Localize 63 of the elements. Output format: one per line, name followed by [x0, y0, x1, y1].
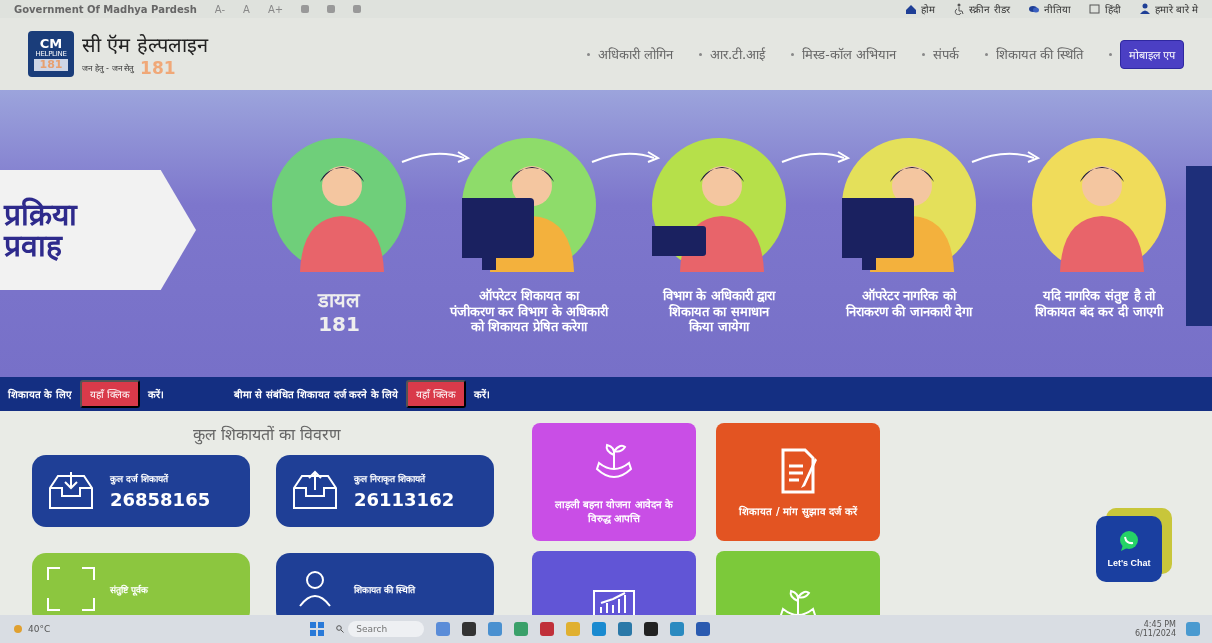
nav-link[interactable]: मिस्ड-कॉल अभियान — [802, 45, 896, 63]
clock-time: 4:45 PM — [1143, 620, 1176, 629]
top-link[interactable]: हिंदी — [1104, 2, 1121, 16]
stat-label: कुल निराकृत शिकायतें — [354, 472, 427, 485]
link-icon — [1027, 3, 1040, 15]
stat-value: 26113162 — [354, 489, 455, 510]
stat-card[interactable]: शिकायत की स्थिति — [276, 553, 494, 615]
top-link[interactable]: नीतिया — [1043, 2, 1071, 16]
stat-label: शिकायत की स्थिति — [354, 583, 416, 596]
taskbar-app-icon[interactable] — [644, 622, 659, 636]
stat-label: कुल दर्ज शिकायतें — [110, 472, 170, 485]
font-size-control[interactable]: A+ — [267, 3, 284, 15]
nav-link[interactable]: संपर्क — [932, 45, 959, 63]
search-field[interactable]: Search — [348, 621, 425, 637]
tile-label: लाड़ली बहना योजना आवेदन के विरुद्ध आपत्ति — [553, 497, 675, 525]
logo-number: 181 — [34, 58, 68, 71]
tagline: जन हेतु - जन सेतु — [82, 63, 135, 73]
step-caption: डायल 181 — [318, 288, 360, 336]
mobile-app-button[interactable]: मोबाइल एप — [1119, 39, 1184, 69]
step-caption: ऑपरेटर शिकायत का पंजीकरण कर विभाग के अधिकारी को शिकायत प्रेषित करेगा — [449, 288, 609, 335]
link-icon — [1088, 3, 1101, 15]
tagline-number: 181 — [140, 57, 176, 78]
click-here-button[interactable]: यहाँ क्लिक — [406, 380, 466, 408]
click-here-button[interactable]: यहाँ क्लिक — [79, 380, 140, 408]
step-caption: यदि नागरिक संतुष्ट है तो शिकायत बंद कर दी जाएगी — [1035, 288, 1163, 320]
link-icon — [905, 3, 918, 15]
tile-label: शिकायत / मांग सुझाव दर्ज करें — [738, 504, 859, 518]
stat-value: 26858165 — [110, 489, 211, 510]
service-tile[interactable]: शिकायत / मांग सुझाव दर्ज करें — [716, 423, 880, 541]
font-size-control[interactable]: A- — [214, 3, 226, 15]
notice-text: शिकायत के लिए — [8, 387, 72, 401]
widget-icon[interactable] — [1186, 622, 1200, 636]
top-link[interactable]: हमारे बारे मे — [1154, 2, 1198, 16]
step-caption: ऑपरेटर नागरिक को निराकरण की जानकारी देगा — [845, 288, 973, 320]
weather-icon — [12, 623, 24, 635]
frame-icon — [46, 566, 96, 612]
site-name: Government Of Madhya Pardesh — [14, 3, 197, 15]
notice-text: बीमा से संबंधित शिकायत दर्ज करने के लिये — [233, 387, 399, 401]
stat-card[interactable]: कुल निराकृत शिकायतें 26113162 — [276, 455, 494, 527]
stats-title: कुल शिकायतों का विवरण — [191, 424, 343, 445]
search-icon — [336, 625, 345, 633]
notice-text: करें। — [473, 388, 490, 401]
nav-link[interactable]: शिकायत की स्थिति — [995, 45, 1083, 63]
nav-link[interactable]: आर.टी.आई — [709, 45, 766, 63]
start-icon[interactable] — [310, 622, 325, 636]
stat-card[interactable]: कुल दर्ज शिकायतें 26858165 — [32, 455, 250, 527]
nav-link[interactable]: अधिकारी लोगिन — [597, 45, 673, 63]
step-caption: विभाग के अधिकारी द्वारा शिकायत का समाधान किया जायेगा — [662, 288, 776, 335]
clock-date: 6/11/2024 — [1134, 629, 1176, 638]
process-title: प्रक्रिया प्रवाह — [2, 198, 77, 262]
stat-label: संतुष्टि पूर्वक — [110, 583, 149, 596]
link-icon — [1138, 3, 1151, 15]
font-size-control[interactable]: A — [243, 3, 250, 15]
weather-text[interactable]: 40°C — [28, 624, 51, 634]
service-tile[interactable]: लाड़ली बहना योजना आवेदन के विरुद्ध आपत्ति — [532, 423, 696, 541]
notice-text: करें। — [147, 388, 164, 401]
chat-bubble-icon — [1118, 530, 1140, 552]
link-icon — [953, 3, 966, 15]
top-link[interactable]: होम — [921, 2, 936, 16]
logo-text: CM — [39, 37, 63, 51]
taskbar-app-icon[interactable] — [462, 622, 477, 636]
top-link[interactable]: स्क्रीन रीडर — [969, 2, 1010, 16]
site-title: सी ऍम हेल्पलाइन — [82, 31, 208, 58]
